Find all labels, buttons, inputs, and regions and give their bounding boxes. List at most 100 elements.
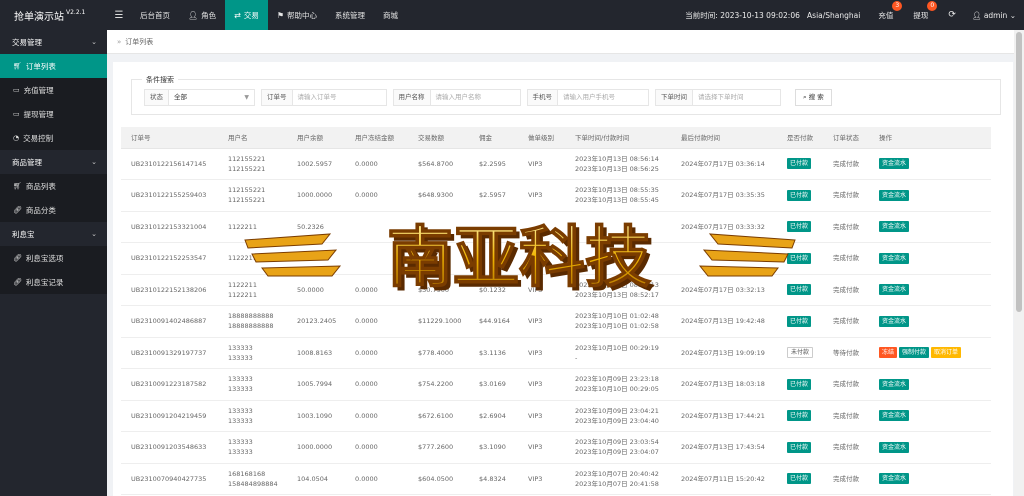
table-cell: $777.2600 <box>408 431 469 464</box>
commission: $2.2595 <box>479 159 506 168</box>
pay-time: 2023年10月13日 08:52:17 <box>575 290 659 299</box>
nav-item-3[interactable]: ⚑ 帮助中心 <box>268 0 326 30</box>
action-button[interactable]: 强制付款 <box>899 347 930 359</box>
table-cell: 1005.7994 <box>287 368 345 401</box>
scrollbar-thumb[interactable] <box>1016 32 1022 312</box>
table-cell: 完成付款 <box>823 400 869 432</box>
sidebar-group[interactable]: 利息宝 ⌄ <box>0 222 107 246</box>
sidebar-item-label: 商品列表 <box>25 181 56 191</box>
table-row: UB2310070940427735 168168168 158484898884 1… <box>121 463 991 495</box>
action-button[interactable]: 资金流水 <box>879 284 910 296</box>
table-cell: 2024年07月13日 19:42:48 <box>671 305 777 338</box>
last-pay-time: 2024年07月13日 17:44:21 <box>681 411 765 420</box>
vip-level: VIP3 <box>528 285 543 294</box>
table-cell: 2023年10月09日 23:23:18 2023年10月10日 00:29:05 <box>565 368 671 401</box>
table-cell: VIP3 <box>518 148 565 180</box>
menu-toggle-icon[interactable]: ☰ <box>107 10 131 21</box>
action-button[interactable]: 资金流水 <box>879 252 910 264</box>
sidebar-item[interactable]: ◔ 交易控制 <box>0 126 107 150</box>
sidebar-item[interactable]: ▭ 提现管理 <box>0 102 107 126</box>
sidebar-item[interactable]: 🔗︎ 利息宝选项 <box>0 246 107 270</box>
sidebar-group-label: 交易管理 <box>12 37 42 47</box>
table-cell: UB2310091204219459 <box>121 400 218 432</box>
table-cell: 112155221 112155221 <box>218 179 287 212</box>
time-input[interactable]: 请选择下单时间 <box>693 89 781 106</box>
user-menu[interactable]: 👤︎ admin ⌄ <box>972 11 1016 20</box>
last-pay-time: 2024年07月17日 03:36:14 <box>681 159 765 168</box>
sidebar-item[interactable]: 🔗︎ 利息宝记录 <box>0 270 107 294</box>
table-cell: $30.7900 <box>408 274 469 306</box>
sidebar-item[interactable]: 🛒︎ 订单列表 <box>0 54 107 78</box>
pay-time: 2023年10月13日 08:55:45 <box>575 196 659 205</box>
table-cell: 资金流水 <box>869 431 991 464</box>
action-button[interactable]: 资金流水 <box>879 221 910 233</box>
action-button[interactable]: 取消订单 <box>931 347 962 359</box>
pay-status-badge: 已付款 <box>787 221 812 233</box>
brand-logo[interactable]: 抢单演示站 V2.2.1 <box>0 0 107 30</box>
username-label: 用户名称 <box>392 89 431 106</box>
table-cell: $0.1232 <box>469 274 518 306</box>
order-state: 完成付款 <box>833 380 859 389</box>
table-cell: $2.6904 <box>469 400 518 432</box>
action-button[interactable]: 资金流水 <box>879 410 910 422</box>
table-cell: VIP3 <box>518 400 565 432</box>
sidebar-group[interactable]: 交易管理 ⌄ <box>0 30 107 54</box>
nav-item-2[interactable]: ⇄ 交易 <box>225 0 268 30</box>
nav-item-4[interactable]: 系统管理 <box>326 0 374 30</box>
sidebar-item[interactable]: ▭ 充值管理 <box>0 78 107 102</box>
column-header: 交易数额 <box>408 127 469 149</box>
page-scrollbar[interactable] <box>1014 30 1024 496</box>
table-cell <box>345 211 408 243</box>
username-alt: 158484898884 <box>228 479 278 488</box>
username: 1122211 <box>228 222 257 231</box>
sidebar-group[interactable]: 商品管理 ⌄ <box>0 150 107 174</box>
table-cell: $3.1090 <box>469 431 518 464</box>
link-icon: 🔗︎ <box>13 206 22 214</box>
action-button[interactable]: 资金流水 <box>879 441 910 453</box>
action-button[interactable]: 资金流水 <box>879 189 910 201</box>
action-button[interactable]: 资金流水 <box>879 315 910 327</box>
recharge-button[interactable]: 充值 3 <box>878 0 903 21</box>
frozen-amount: 0.0000 <box>355 443 378 452</box>
cart-icon: 🛒︎ <box>13 182 22 190</box>
withdraw-button[interactable]: 提现 0 <box>913 0 938 21</box>
nav-item-0[interactable]: 后台首页 <box>131 0 179 30</box>
sidebar-group-label: 商品管理 <box>12 157 42 167</box>
action-button[interactable]: 资金流水 <box>879 473 910 485</box>
username: 112155221 <box>228 186 266 195</box>
commission: $3.0169 <box>479 380 506 389</box>
table-cell: $3.0169 <box>469 368 518 401</box>
table-row: UB2310091402486887 18888888888 18888888888… <box>121 305 991 338</box>
action-button[interactable]: 冻结 <box>879 347 898 359</box>
table-cell: 已付款 <box>777 400 823 432</box>
table-cell <box>565 242 671 275</box>
refresh-icon[interactable]: ⟳ <box>948 10 956 20</box>
action-button[interactable]: 资金流水 <box>879 378 910 390</box>
status-select[interactable]: 全部 ▼ <box>169 89 255 106</box>
trade-amount: $777.2600 <box>418 443 454 452</box>
search-fieldset: 条件搜索 状态 全部 ▼ 订单号 请输入订单号 用户名称 请输入用户名称 手机号 … <box>131 75 1001 115</box>
sidebar-item[interactable]: 🔗︎ 商品分类 <box>0 198 107 222</box>
table-cell: 0.0000 <box>345 148 408 180</box>
table-cell: 1008.8163 <box>287 337 345 369</box>
pay-status-badge: 未付款 <box>787 347 814 359</box>
breadcrumb-current[interactable]: 订单列表 <box>125 37 153 47</box>
sidebar-item[interactable]: 🛒︎ 商品列表 <box>0 174 107 198</box>
table-cell: 资金流水 <box>869 211 991 243</box>
commission: $3.1090 <box>479 443 506 452</box>
sidebar-item-label: 利息宝选项 <box>25 253 64 263</box>
vip-level: VIP3 <box>528 348 543 357</box>
phone-input[interactable]: 请输入用户手机号 <box>558 89 649 106</box>
table-cell: 1122211 <box>218 211 287 243</box>
vip-level: VIP3 <box>528 411 543 420</box>
action-button[interactable]: 资金流水 <box>879 158 910 170</box>
table-cell: 112155221 112155221 <box>218 148 287 180</box>
order-input[interactable]: 请输入订单号 <box>292 89 387 106</box>
username-input[interactable]: 请输入用户名称 <box>430 89 521 106</box>
table-cell: VIP3 <box>518 305 565 338</box>
table-cell: VIP3 <box>518 368 565 401</box>
nav-item-1[interactable]: 👤︎ 角色 <box>179 0 225 30</box>
order-id: UB2310070940427735 <box>131 474 207 483</box>
nav-item-5[interactable]: 商城 <box>374 0 407 30</box>
search-button[interactable]: ⌕ 搜 索 <box>795 89 832 106</box>
